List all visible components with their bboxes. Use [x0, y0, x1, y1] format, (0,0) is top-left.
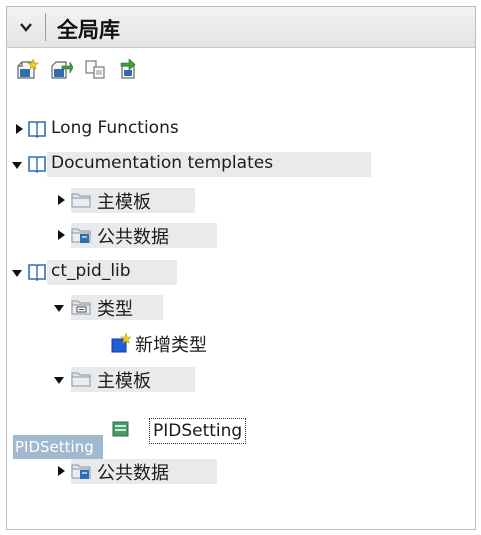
- tree-item-label: Long Functions: [51, 118, 179, 138]
- expand-arrow-icon[interactable]: [55, 465, 67, 477]
- tree-item-label: 类型: [97, 299, 133, 320]
- library-book-icon: [28, 264, 46, 282]
- common-data-folder-icon: [71, 228, 91, 243]
- tree-item-label: Documentation templates: [51, 153, 274, 173]
- tree-item-ct-pid-lib[interactable]: ct_pid_lib: [7, 258, 475, 286]
- tree-item-label: 主模板: [97, 371, 151, 392]
- library-book-icon: [28, 121, 46, 139]
- rename-input[interactable]: PIDSetting: [149, 418, 247, 444]
- tree-item-documentation-templates[interactable]: Documentation templates: [7, 150, 475, 178]
- collapse-arrow-icon[interactable]: [53, 302, 65, 314]
- tree-item-master-copies[interactable]: 主模板: [7, 365, 475, 393]
- update-types-icon: [120, 58, 136, 79]
- tree-item-long-functions[interactable]: Long Functions: [7, 115, 475, 143]
- panel-title: 全局库: [57, 17, 120, 42]
- drag-ghost-label: PIDSetting: [15, 438, 94, 456]
- tree-item-label: ct_pid_lib: [51, 261, 131, 281]
- update-types-button[interactable]: [117, 57, 141, 81]
- tree-item-label: 公共数据: [97, 227, 169, 248]
- collapse-arrow-icon[interactable]: [11, 159, 23, 171]
- tree-item-label: 主模板: [97, 192, 151, 213]
- panel-header[interactable]: 全局库: [7, 7, 475, 48]
- master-copy-item-icon: [112, 421, 129, 437]
- tree-item-label: 新增类型: [135, 335, 207, 356]
- save-library-button[interactable]: [83, 57, 107, 81]
- open-library-icon: [51, 61, 74, 79]
- tree-item-doc-master-copies[interactable]: 主模板: [7, 186, 475, 214]
- collapse-chevron-icon[interactable]: [15, 16, 37, 38]
- expand-arrow-icon[interactable]: [55, 229, 67, 241]
- expand-arrow-icon[interactable]: [55, 194, 67, 206]
- add-new-type-icon: [111, 333, 131, 353]
- drag-ghost: PIDSetting: [13, 435, 103, 459]
- tree-item-types[interactable]: 类型: [7, 293, 475, 321]
- tree-item-common-data[interactable]: 公共数据: [7, 457, 475, 485]
- types-folder-icon: [71, 300, 91, 315]
- master-copies-folder-icon: [71, 372, 91, 387]
- tree-item-label: 公共数据: [97, 463, 169, 484]
- open-library-button[interactable]: [49, 57, 74, 81]
- common-data-folder-icon: [71, 464, 91, 479]
- tree-item-doc-common-data[interactable]: 公共数据: [7, 221, 475, 249]
- create-new-library-icon: [17, 58, 39, 79]
- global-library-panel: 全局库 Long Functions Documentation templat…: [6, 6, 476, 530]
- header-separator: [45, 13, 46, 41]
- expand-arrow-icon[interactable]: [13, 123, 25, 135]
- tree-item-add-new-type[interactable]: 新增类型: [7, 329, 475, 357]
- collapse-arrow-icon[interactable]: [11, 267, 23, 279]
- save-library-icon: [85, 60, 105, 79]
- collapse-arrow-icon[interactable]: [53, 374, 65, 386]
- create-new-library-button[interactable]: [15, 57, 39, 81]
- master-copies-folder-icon: [71, 193, 91, 208]
- library-book-icon: [28, 156, 46, 174]
